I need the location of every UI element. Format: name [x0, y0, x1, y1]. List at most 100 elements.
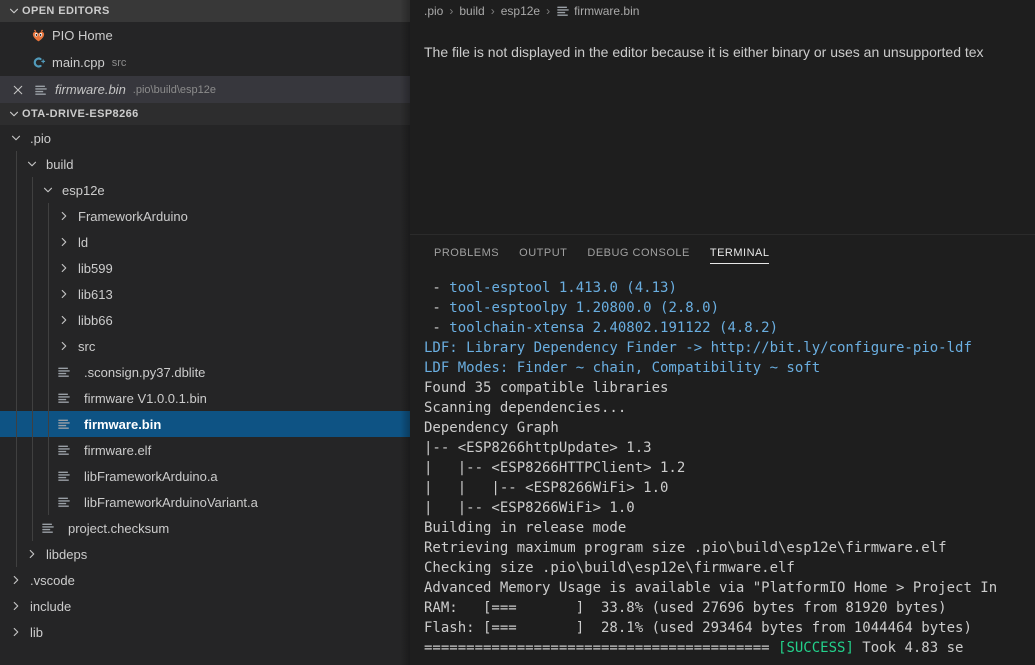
open-editors-header[interactable]: OPEN EDITORS [0, 0, 410, 22]
breadcrumb-separator-icon: › [449, 4, 454, 18]
panel-tab-label: OUTPUT [519, 246, 568, 259]
project-root-header[interactable]: OTA-DRIVE-ESP8266 [0, 103, 410, 125]
tree-folder-row[interactable]: lib613 [0, 281, 410, 307]
tree-item-label: lib613 [78, 286, 113, 302]
terminal-line: - toolchain-xtensa 2.40802.191122 (4.8.2… [424, 318, 1035, 338]
tree-folder-row[interactable]: esp12e [0, 177, 410, 203]
tree-folder-row[interactable]: src [0, 333, 410, 359]
terminal-text: toolchain-xtensa 2.40802.191122 (4.8.2) [449, 320, 779, 336]
breadcrumb-item[interactable]: build [459, 4, 484, 18]
tree-item-label: include [30, 598, 72, 614]
chevron-down-icon[interactable] [24, 156, 40, 172]
tree-file-row[interactable]: firmware.bin [0, 411, 410, 437]
terminal-text: RAM: [=== ] 33.8% (used 27696 bytes from… [424, 600, 947, 616]
terminal-line: | |-- <ESP8266WiFi> 1.0 [424, 498, 1035, 518]
terminal-line: Found 35 compatible libraries [424, 378, 1035, 398]
chevron-down-icon [6, 3, 22, 19]
tree-file-row[interactable]: .sconsign.py37.dblite [0, 359, 410, 385]
terminal-text: ========================================… [424, 640, 779, 656]
tree-indent [0, 281, 56, 307]
tree-indent [0, 437, 56, 463]
terminal-line: Scanning dependencies... [424, 398, 1035, 418]
panel-tab-debug-console[interactable]: DEBUG CONSOLE [577, 235, 699, 270]
terminal-text: Took 4.83 se [853, 640, 964, 656]
chevron-right-icon[interactable] [8, 624, 24, 640]
tree-folder-row[interactable]: lib599 [0, 255, 410, 281]
chevron-right-icon[interactable] [8, 598, 24, 614]
terminal-text: - [424, 320, 450, 336]
chevron-down-icon[interactable] [8, 130, 24, 146]
open-editor-item-main-cpp[interactable]: main.cpp src [0, 49, 410, 76]
tree-folder-row[interactable]: .pio [0, 125, 410, 151]
terminal-line: - tool-esptool 1.413.0 (4.13) [424, 278, 1035, 298]
terminal-line: - tool-esptoolpy 1.20800.0 (2.8.0) [424, 298, 1035, 318]
tree-item-label: libdeps [46, 546, 88, 562]
terminal-text: LDF: Library Dependency Finder -> http:/… [424, 340, 972, 356]
tree-indent [0, 307, 56, 333]
terminal-text: Dependency Graph [424, 420, 559, 436]
terminal-text: Flash: [=== ] 28.1% (used 293464 bytes f… [424, 620, 972, 636]
editor-area: .pio › build › esp12e › firmware.bin The file … [410, 0, 1035, 665]
panel-tab-problems[interactable]: PROBLEMS [424, 235, 509, 270]
chevron-right-icon[interactable] [56, 234, 72, 250]
chevron-right-icon[interactable] [24, 546, 40, 562]
terminal-text: tool-esptoolpy 1.20800.0 (2.8.0) [449, 300, 720, 316]
panel-tab-label: TERMINAL [709, 246, 770, 259]
breadcrumb-label: build [459, 4, 485, 18]
tree-indent [0, 385, 56, 411]
tree-folder-row[interactable]: include [0, 593, 410, 619]
tree-item-label: libb66 [78, 312, 113, 328]
binary-file-icon [56, 416, 72, 432]
tree-file-row[interactable]: libFrameworkArduino.a [0, 463, 410, 489]
chevron-right-icon[interactable] [56, 286, 72, 302]
chevron-down-icon[interactable] [40, 182, 56, 198]
close-icon[interactable] [8, 80, 28, 100]
tree-folder-row[interactable]: lib [0, 619, 410, 645]
panel-tab-terminal[interactable]: TERMINAL [700, 235, 780, 270]
tree-file-row[interactable]: project.checksum [0, 515, 410, 541]
chevron-right-icon[interactable] [56, 338, 72, 354]
tree-folder-row[interactable]: build [0, 151, 410, 177]
breadcrumb-item[interactable]: firmware.bin [556, 3, 639, 19]
tree-indent [0, 255, 56, 281]
chevron-right-icon[interactable] [56, 260, 72, 276]
chevron-right-icon[interactable] [56, 312, 72, 328]
tree-folder-row[interactable]: FrameworkArduino [0, 203, 410, 229]
terminal-line: LDF: Library Dependency Finder -> http:/… [424, 338, 1035, 358]
terminal-line: Checking size .pio\build\esp12e\firmware… [424, 558, 1035, 578]
tree-folder-row[interactable]: ld [0, 229, 410, 255]
tree-indent [0, 541, 24, 567]
tree-folder-row[interactable]: libdeps [0, 541, 410, 567]
breadcrumb-item[interactable]: .pio [424, 4, 443, 18]
terminal-text: | | |-- <ESP8266WiFi> 1.0 [424, 480, 669, 496]
chevron-right-icon[interactable] [8, 572, 24, 588]
chevron-down-icon [6, 106, 22, 122]
chevron-right-icon[interactable] [56, 208, 72, 224]
breadcrumb-item[interactable]: esp12e [501, 4, 540, 18]
panel-tab-output[interactable]: OUTPUT [509, 235, 577, 270]
open-editor-item-firmware-bin[interactable]: firmware.bin .pio\build\esp12e [0, 76, 410, 103]
tree-item-label: firmware V1.0.0.1.bin [84, 390, 207, 406]
terminal-text: | |-- <ESP8266WiFi> 1.0 [424, 500, 635, 516]
terminal-line: Flash: [=== ] 28.1% (used 293464 bytes f… [424, 618, 1035, 638]
tree-indent [0, 411, 56, 437]
terminal-text: Building in release mode [424, 520, 627, 536]
terminal-line: ========================================… [424, 638, 1035, 658]
tree-folder-row[interactable]: .vscode [0, 567, 410, 593]
tree-file-row[interactable]: libFrameworkArduinoVariant.a [0, 489, 410, 515]
binary-file-icon [33, 82, 49, 98]
tree-file-row[interactable]: firmware.elf [0, 437, 410, 463]
breadcrumb-separator-icon: › [546, 4, 551, 18]
terminal-text: [SUCCESS] [778, 640, 854, 656]
tree-item-label: src [78, 338, 96, 354]
terminal-text: Scanning dependencies... [424, 400, 627, 416]
open-editor-item-pio-home[interactable]: PIO Home [0, 22, 410, 49]
tree-indent [0, 203, 56, 229]
tree-folder-row[interactable]: libb66 [0, 307, 410, 333]
tree-indent [0, 177, 40, 203]
tree-file-row[interactable]: firmware V1.0.0.1.bin [0, 385, 410, 411]
terminal-output[interactable]: - tool-esptool 1.413.0 (4.13) - tool-esp… [410, 270, 1035, 665]
terminal-line: Building in release mode [424, 518, 1035, 538]
